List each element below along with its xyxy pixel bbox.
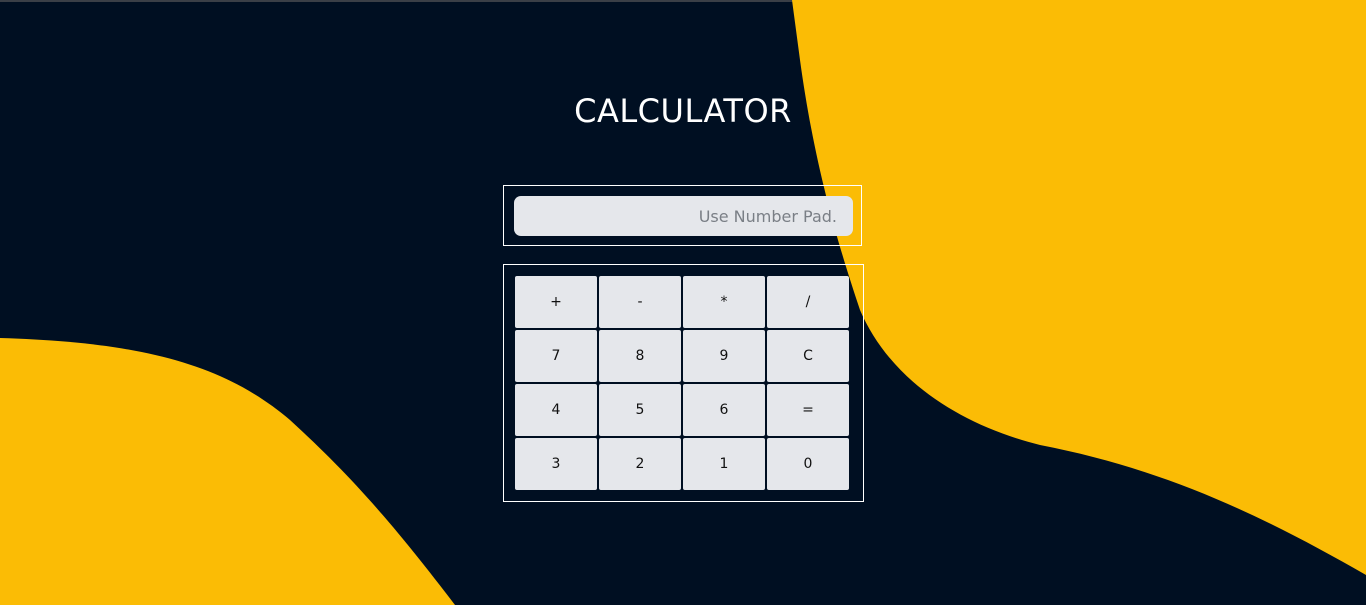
digit-5-key[interactable]: 5	[599, 384, 681, 436]
clear-key[interactable]: C	[767, 330, 849, 382]
digit-7-key[interactable]: 7	[515, 330, 597, 382]
calculator-display-input[interactable]	[514, 196, 853, 236]
multiply-key[interactable]: *	[683, 276, 765, 328]
display-frame	[503, 185, 862, 246]
page-title: CALCULATOR	[574, 92, 792, 130]
digit-1-key[interactable]: 1	[683, 438, 765, 490]
digit-8-key[interactable]: 8	[599, 330, 681, 382]
plus-key[interactable]: +	[515, 276, 597, 328]
keypad-frame: + - * / 7 8 9 C 4 5 6 = 3 2 1 0	[503, 264, 864, 502]
top-right-accent-shape	[792, 0, 1366, 575]
minus-key[interactable]: -	[599, 276, 681, 328]
calculator-page: CALCULATOR + - * / 7 8 9 C 4 5 6 = 3 2 1…	[0, 0, 1366, 605]
digit-0-key[interactable]: 0	[767, 438, 849, 490]
digit-2-key[interactable]: 2	[599, 438, 681, 490]
digit-6-key[interactable]: 6	[683, 384, 765, 436]
digit-4-key[interactable]: 4	[515, 384, 597, 436]
equals-key[interactable]: =	[767, 384, 849, 436]
keypad: + - * / 7 8 9 C 4 5 6 = 3 2 1 0	[515, 276, 853, 491]
digit-9-key[interactable]: 9	[683, 330, 765, 382]
digit-3-key[interactable]: 3	[515, 438, 597, 490]
divide-key[interactable]: /	[767, 276, 849, 328]
bottom-left-accent-shape	[0, 338, 455, 605]
